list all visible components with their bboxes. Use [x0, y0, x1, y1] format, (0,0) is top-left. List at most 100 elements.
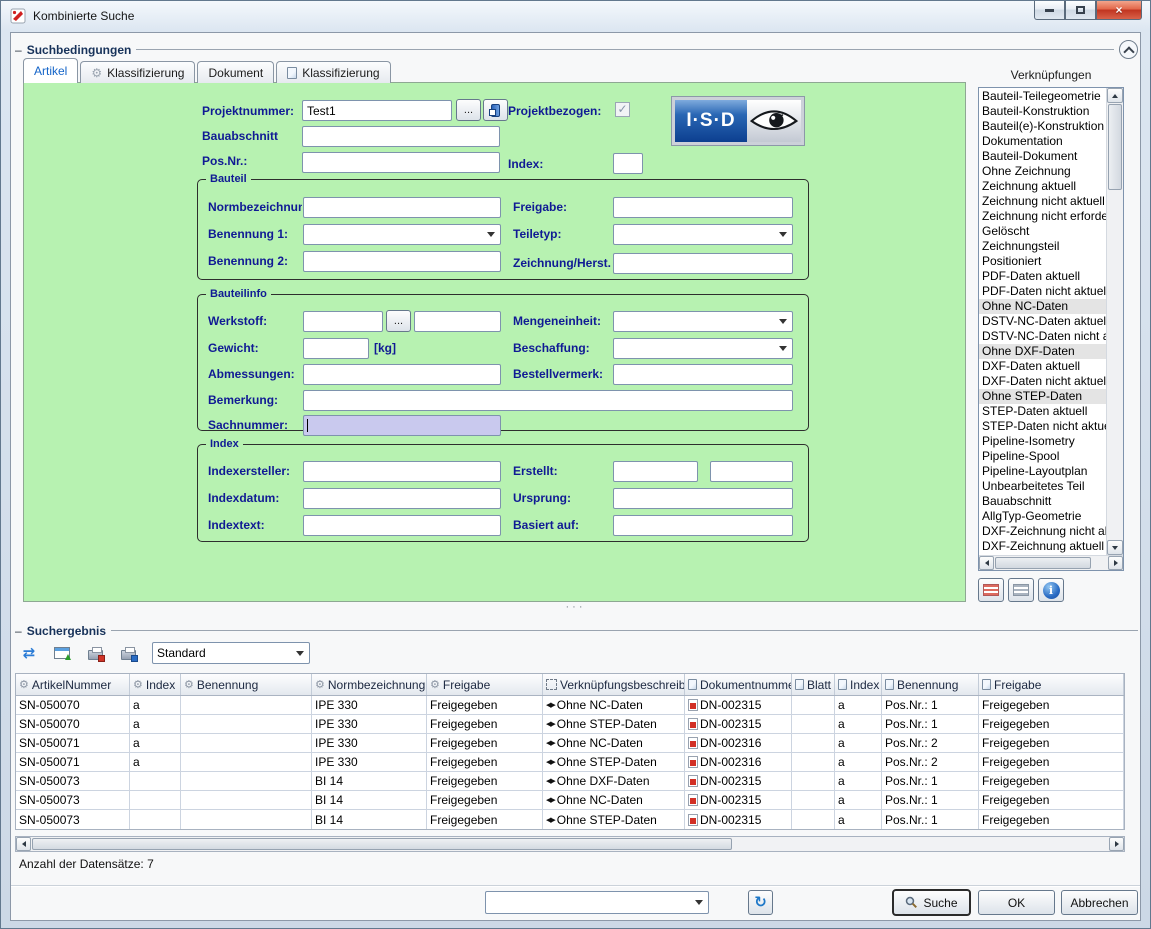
gewicht-input[interactable] — [303, 338, 369, 359]
verknuepfungen-item[interactable]: DXF-Zeichnung aktuell — [979, 539, 1106, 554]
table-row[interactable]: SN-050073BI 14Freigegeben◀▶Ohne DXF-Date… — [16, 772, 1124, 791]
sachnummer-input[interactable] — [303, 415, 501, 436]
verknuepfungen-item[interactable]: Pipeline-Isometry — [979, 434, 1106, 449]
horizontal-scroll-thumb[interactable] — [995, 557, 1091, 569]
verknuepfungen-item[interactable]: DXF-Daten nicht aktuell — [979, 374, 1106, 389]
verknuepfungen-item[interactable]: Ohne Zeichnung — [979, 164, 1106, 179]
verknuepfungen-item[interactable]: PDF-Daten aktuell — [979, 269, 1106, 284]
column-header[interactable]: ⚙Benennung — [181, 674, 312, 695]
verknuepfungen-item[interactable]: Bauteil(e)-Konstruktion — [979, 119, 1106, 134]
scroll-right-button[interactable] — [1109, 837, 1124, 851]
suche-button[interactable]: Suche — [892, 889, 971, 916]
verknuepfungen-item[interactable]: Zeichnungsteil — [979, 239, 1106, 254]
saved-search-combo[interactable] — [485, 891, 709, 914]
refresh-results-button[interactable]: ⇄ — [17, 642, 41, 664]
minimize-button[interactable] — [1034, 1, 1065, 20]
ursprung-input[interactable] — [613, 488, 793, 509]
verknuepfungen-item[interactable]: AllgTyp-Geometrie — [979, 509, 1106, 524]
beschaffung-combo[interactable] — [613, 338, 793, 359]
bauabschnitt-input[interactable] — [302, 126, 500, 147]
scroll-left-button[interactable] — [979, 556, 994, 570]
column-header[interactable]: ⚙Freigabe — [427, 674, 543, 695]
tab-dokument[interactable]: Dokument — [197, 61, 274, 83]
table-horizontal-scrollbar[interactable] — [15, 836, 1125, 852]
splitter-handle[interactable]: ··· — [1, 601, 1150, 613]
list-horizontal-scrollbar[interactable] — [979, 555, 1123, 570]
werkstoff-browse-button[interactable]: ... — [386, 310, 411, 332]
table-row[interactable]: SN-050070aIPE 330Freigegeben◀▶Ohne NC-Da… — [16, 696, 1124, 715]
table-row[interactable]: SN-050073BI 14Freigegeben◀▶Ohne STEP-Dat… — [16, 810, 1124, 829]
verknuepfungen-item[interactable]: Pipeline-Spool — [979, 449, 1106, 464]
close-button[interactable]: × — [1096, 1, 1142, 20]
verknuepfungen-item[interactable]: Bauabschnitt — [979, 494, 1106, 509]
abbrechen-button[interactable]: Abbrechen — [1061, 890, 1138, 915]
verknuepfungen-item[interactable]: DXF-Zeichnung nicht aktuell — [979, 524, 1106, 539]
benennung2-input[interactable] — [303, 251, 501, 272]
column-header[interactable]: Freigabe — [979, 674, 1124, 695]
verknuepfungen-item[interactable]: Ohne DXF-Daten — [979, 344, 1106, 359]
column-header[interactable]: ⚙Index — [130, 674, 181, 695]
horizontal-scroll-track[interactable] — [1092, 556, 1108, 570]
verknuepfungen-item[interactable]: STEP-Daten aktuell — [979, 404, 1106, 419]
verknuepfungen-item[interactable]: PDF-Daten nicht aktuell — [979, 284, 1106, 299]
table-row[interactable]: SN-050073BI 14Freigegeben◀▶Ohne NC-Daten… — [16, 791, 1124, 810]
table-row[interactable]: SN-050071aIPE 330Freigegeben◀▶Ohne STEP-… — [16, 753, 1124, 772]
scroll-right-button[interactable] — [1108, 556, 1123, 570]
abmessungen-input[interactable] — [303, 364, 501, 385]
projektnummer-input[interactable] — [302, 100, 452, 121]
result-profile-combo[interactable]: Standard — [152, 642, 310, 664]
bestellvermerk-input[interactable] — [613, 364, 793, 385]
verknuepfungen-item[interactable]: Zeichnung nicht erforderlich — [979, 209, 1106, 224]
scroll-left-button[interactable] — [16, 837, 31, 851]
verknuepfungen-item[interactable]: Zeichnung aktuell — [979, 179, 1106, 194]
verknuepfungen-item[interactable]: Dokumentation — [979, 134, 1106, 149]
column-header[interactable]: Blatt — [792, 674, 835, 695]
benennung1-combo[interactable] — [303, 224, 501, 245]
teiletyp-combo[interactable] — [613, 224, 793, 245]
verknuepfungen-item[interactable]: DSTV-NC-Daten aktuell — [979, 314, 1106, 329]
list-info-button[interactable]: i — [1038, 578, 1064, 602]
verknuepfungen-item[interactable]: STEP-Daten nicht aktuell — [979, 419, 1106, 434]
zeichnung-herst-input[interactable] — [613, 253, 793, 274]
refresh-button[interactable]: ↻ — [748, 890, 773, 915]
verknuepfungen-item[interactable]: Bauteil-Dokument — [979, 149, 1106, 164]
indextext-input[interactable] — [303, 515, 501, 536]
list-view-detailed-button[interactable] — [978, 578, 1004, 602]
tab-klassifizierung-artikel[interactable]: ⚙ Klassifizierung — [80, 61, 195, 83]
verknuepfungen-item[interactable]: Ohne NC-Daten — [979, 299, 1106, 314]
column-header[interactable]: Dokumentnummer — [685, 674, 792, 695]
verknuepfungen-item[interactable]: Pipeline-Layoutplan — [979, 464, 1106, 479]
print-results-button[interactable] — [116, 642, 140, 664]
erstellt-input-2[interactable] — [710, 461, 793, 482]
mengeneinheit-combo[interactable] — [613, 311, 793, 332]
ok-button[interactable]: OK — [978, 890, 1055, 915]
table-row[interactable]: SN-050071aIPE 330Freigegeben◀▶Ohne NC-Da… — [16, 734, 1124, 753]
indexersteller-input[interactable] — [303, 461, 501, 482]
maximize-button[interactable] — [1065, 1, 1096, 20]
horizontal-scroll-track[interactable] — [733, 837, 1109, 851]
list-view-simple-button[interactable] — [1008, 578, 1034, 602]
collapse-conditions-button[interactable] — [1119, 40, 1138, 59]
tab-artikel[interactable]: Artikel — [23, 58, 78, 83]
column-header[interactable]: Benennung — [882, 674, 979, 695]
horizontal-scroll-thumb[interactable] — [32, 838, 732, 850]
werkstoff-input-1[interactable] — [303, 311, 383, 332]
vertical-scroll-track[interactable] — [1107, 191, 1123, 540]
export-results-button[interactable] — [83, 642, 107, 664]
tab-klassifizierung-dokument[interactable]: Klassifizierung — [276, 61, 390, 83]
projekt-browse-button[interactable]: ... — [456, 99, 481, 121]
bemerkung-input[interactable] — [303, 390, 793, 411]
title-bar[interactable]: Kombinierte Suche — [1, 1, 1150, 31]
vertical-scroll-thumb[interactable] — [1108, 104, 1122, 190]
projekt-open-button[interactable] — [483, 99, 508, 121]
list-vertical-scrollbar[interactable] — [1106, 88, 1123, 555]
column-header[interactable]: ⚙Normbezeichnung — [312, 674, 427, 695]
normbezeichnung-input[interactable] — [303, 197, 501, 218]
werkstoff-input-2[interactable] — [414, 311, 501, 332]
column-header[interactable]: Verknüpfungsbeschreibung — [543, 674, 685, 695]
verknuepfungen-item[interactable]: Ohne STEP-Daten — [979, 389, 1106, 404]
verknuepfungen-item[interactable]: Bauteil-Teilegeometrie — [979, 89, 1106, 104]
verknuepfungen-item[interactable]: Unbearbeitetes Teil — [979, 479, 1106, 494]
index-input[interactable] — [613, 153, 643, 174]
scroll-down-button[interactable] — [1107, 540, 1123, 555]
